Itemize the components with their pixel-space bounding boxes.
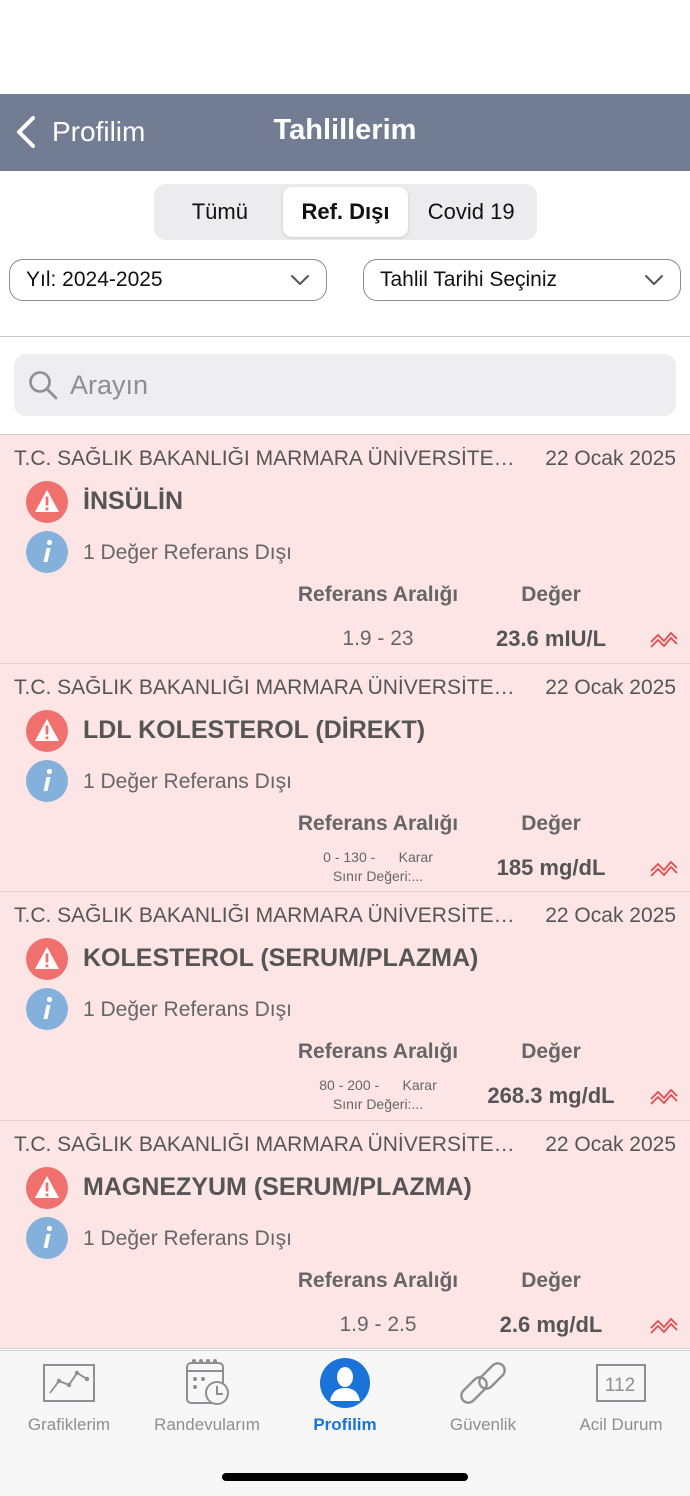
result-value: 268.3 mg/dL	[487, 1083, 615, 1108]
result-card[interactable]: T.C. SAĞLIK BAKANLIĞI MARMARA ÜNİVERSİTE…	[0, 435, 690, 664]
results-list[interactable]: T.C. SAĞLIK BAKANLIĞI MARMARA ÜNİVERSİTE…	[0, 434, 690, 1350]
trend-chart-icon[interactable]	[650, 856, 678, 878]
info-icon	[26, 531, 68, 573]
warning-icon	[26, 709, 68, 752]
institution-name: T.C. SAĞLIK BAKANLIĞI MARMARA ÜNİVERSİTE…	[14, 904, 520, 927]
emergency-112-badge: 112	[604, 1375, 636, 1396]
value-header: Değer	[521, 1040, 581, 1063]
year-dropdown[interactable]: Yıl: 2024-2025	[9, 259, 327, 301]
info-icon	[26, 759, 68, 802]
year-dropdown-value: Yıl: 2024-2025	[26, 268, 163, 291]
search-placeholder: Arayın	[70, 369, 149, 400]
tab-grafiklerim[interactable]: Grafiklerim	[0, 1357, 138, 1443]
reference-range-value: 0 - 130 - Karar Sınır Değeri:...	[278, 848, 478, 886]
result-date: 22 Ocak 2025	[545, 447, 676, 470]
tab-label: Acil Durum	[579, 1415, 663, 1434]
reference-range-line-2: Sınır Değeri:...	[332, 1096, 424, 1112]
reference-range-line-1: 0 - 130 - Karar	[323, 848, 433, 865]
reference-range-header: Referans Aralığı	[297, 1040, 459, 1063]
tab-label: Güvenlik	[449, 1415, 517, 1434]
calendar-clock-icon	[186, 1359, 229, 1405]
home-indicator	[222, 1473, 468, 1481]
value-header: Değer	[521, 811, 581, 835]
divider	[0, 336, 690, 337]
test-name: İNSÜLİN	[83, 487, 183, 515]
navigation-bar: Profilim Tahlillerim	[0, 94, 690, 171]
institution-name: T.C. SAĞLIK BAKANLIĞI MARMARA ÜNİVERSİTE…	[14, 1132, 520, 1156]
warning-icon	[26, 938, 68, 980]
tab-bar: Grafiklerim Randevularım Profilim Güvenl…	[0, 1350, 690, 1496]
result-value: 2.6 mg/dL	[499, 1311, 603, 1337]
trend-chart-icon[interactable]	[650, 1084, 678, 1106]
result-card[interactable]: T.C. SAĞLIK BAKANLIĞI MARMARA ÜNİVERSİTE…	[0, 1120, 690, 1349]
institution-name: T.C. SAĞLIK BAKANLIĞI MARMARA ÜNİVERSİTE…	[14, 675, 520, 699]
result-date: 22 Ocak 2025	[545, 1132, 676, 1156]
status-bar-area	[0, 0, 690, 94]
search-input[interactable]: Arayın	[14, 354, 676, 416]
profile-icon	[320, 1358, 370, 1408]
info-icon	[26, 1216, 68, 1259]
tab-label: Randevularım	[154, 1415, 260, 1434]
reference-range-header: Referans Aralığı	[297, 1268, 459, 1292]
test-date-dropdown[interactable]: Tahlil Tarihi Seçiniz	[363, 259, 681, 301]
value-header: Değer	[521, 583, 581, 606]
search-icon	[29, 371, 58, 400]
chevron-down-icon	[291, 275, 309, 285]
reference-range-value: 1.9 - 23	[342, 627, 414, 650]
test-name: MAGNEZYUM (SERUM/PLAZMA)	[83, 1172, 472, 1201]
tab-guvenlik[interactable]: Güvenlik	[414, 1357, 552, 1443]
trend-chart-icon[interactable]	[650, 1313, 678, 1335]
link-icon	[460, 1362, 506, 1404]
segment-all[interactable]: Tümü	[157, 187, 283, 237]
tab-acil-durum[interactable]: Acil Durum	[552, 1357, 690, 1443]
result-card[interactable]: T.C. SAĞLIK BAKANLIĞI MARMARA ÜNİVERSİTE…	[0, 663, 690, 892]
reference-range-header: Referans Aralığı	[297, 811, 459, 835]
reference-range-line-2: Sınır Değeri:...	[332, 867, 424, 884]
value-header: Değer	[521, 1268, 581, 1292]
out-of-range-count: 1 Değer Referans Dışı	[83, 998, 292, 1021]
tab-label: Profilim	[313, 1415, 377, 1434]
warning-icon	[26, 481, 68, 523]
result-value: 23.6 mIU/L	[495, 626, 607, 651]
reference-range-line-1: 80 - 200 - Karar	[319, 1077, 437, 1093]
test-date-dropdown-value: Tahlil Tarihi Seçiniz	[380, 268, 558, 291]
page-title: Tahlillerim	[273, 114, 417, 146]
segment-out-of-reference[interactable]: Ref. Dışı	[282, 187, 409, 237]
trend-chart-icon[interactable]	[650, 627, 678, 649]
segment-covid-19[interactable]: Covid 19	[408, 187, 534, 237]
tab-label: Grafiklerim	[27, 1415, 111, 1434]
info-icon	[26, 988, 68, 1030]
reference-range-value: 1.9 - 2.5	[339, 1312, 417, 1336]
result-card[interactable]: T.C. SAĞLIK BAKANLIĞI MARMARA ÜNİVERSİTE…	[0, 892, 690, 1121]
institution-name: T.C. SAĞLIK BAKANLIĞI MARMARA ÜNİVERSİTE…	[14, 447, 520, 470]
tab-profilim[interactable]: Profilim	[276, 1357, 414, 1443]
chart-icon	[43, 1364, 95, 1402]
out-of-range-count: 1 Değer Referans Dışı	[83, 541, 292, 564]
test-name: LDL KOLESTEROL (DİREKT)	[83, 715, 426, 744]
warning-icon	[26, 1166, 68, 1209]
tab-randevularim[interactable]: Randevularım	[138, 1357, 276, 1443]
filter-segmented-control: Tümü Ref. Dışı Covid 19	[154, 184, 537, 240]
chevron-down-icon	[645, 275, 663, 285]
result-value: 185 mg/dL	[496, 854, 606, 880]
result-date: 22 Ocak 2025	[545, 904, 676, 927]
reference-range-value: 80 - 200 - Karar Sınır Değeri:...	[278, 1076, 478, 1114]
result-date: 22 Ocak 2025	[545, 675, 676, 699]
out-of-range-count: 1 Değer Referans Dışı	[83, 1226, 292, 1250]
reference-range-header: Referans Aralığı	[297, 583, 459, 606]
test-name: KOLESTEROL (SERUM/PLAZMA)	[83, 944, 479, 972]
out-of-range-count: 1 Değer Referans Dışı	[83, 769, 292, 793]
